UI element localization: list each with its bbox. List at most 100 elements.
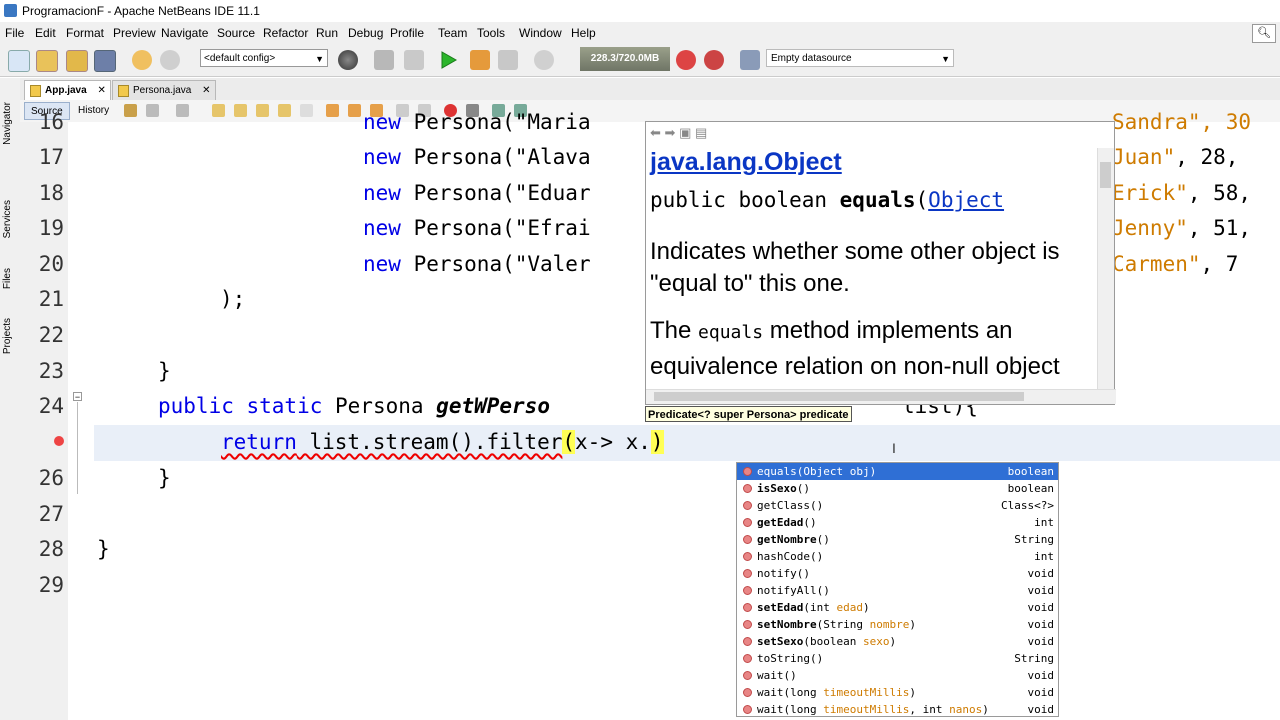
- doc-param-link[interactable]: Object: [928, 188, 1004, 212]
- item-type: void: [1027, 618, 1055, 631]
- menu-tools[interactable]: Tools: [477, 26, 505, 40]
- memory-indicator[interactable]: 228.3/720.0MB: [580, 47, 670, 71]
- menu-help[interactable]: Help: [571, 26, 596, 40]
- code-line-18: new Persona("Eduar: [363, 181, 591, 205]
- menu-refactor[interactable]: Refactor: [263, 26, 308, 40]
- menu-team[interactable]: Team: [438, 26, 467, 40]
- tab-app-java[interactable]: App.java ✕: [24, 80, 111, 100]
- tab-persona-java[interactable]: Persona.java ✕: [112, 80, 216, 100]
- save-all-icon[interactable]: [94, 50, 116, 72]
- item-type: void: [1027, 601, 1055, 614]
- profile-icon[interactable]: [498, 50, 518, 70]
- doc-goto-source-icon[interactable]: ▤: [695, 125, 707, 140]
- doc-class-link[interactable]: java.lang.Object: [650, 148, 842, 177]
- next-bookmark-icon[interactable]: [348, 104, 361, 117]
- method-icon: [743, 688, 752, 697]
- line-number: 27: [38, 502, 64, 526]
- completion-item[interactable]: getEdad() int: [737, 514, 1058, 531]
- doc-horizontal-scrollbar[interactable]: [646, 389, 1116, 404]
- datasource-dropdown[interactable]: Empty datasource ▼: [766, 49, 954, 67]
- side-tab-services[interactable]: Services: [2, 200, 13, 238]
- gc-icon[interactable]: [676, 50, 696, 70]
- completion-item[interactable]: equals(Object obj) boolean: [737, 463, 1058, 480]
- code-line-23: }: [158, 359, 171, 383]
- completion-item[interactable]: notifyAll() void: [737, 582, 1058, 599]
- completion-item[interactable]: wait() void: [737, 667, 1058, 684]
- config-dropdown[interactable]: <default config> ▼: [200, 49, 328, 67]
- find-previous-icon[interactable]: [234, 104, 247, 117]
- completion-item[interactable]: setEdad(int edad) void: [737, 599, 1058, 616]
- completion-item[interactable]: notify() void: [737, 565, 1058, 582]
- javadoc-popup[interactable]: ⬅︎ ➡︎ ▣ ▤ java.lang.Object public boolea…: [645, 121, 1116, 405]
- back-icon[interactable]: [146, 104, 159, 117]
- line-number: 28: [38, 537, 64, 561]
- clean-build-icon[interactable]: [404, 50, 424, 70]
- quick-search-icon[interactable]: 🔍︎: [1252, 24, 1276, 43]
- method-icon: [743, 518, 752, 527]
- matched-paren: (: [562, 430, 576, 454]
- forward-icon[interactable]: [176, 104, 189, 117]
- item-type: boolean: [1007, 465, 1054, 478]
- new-file-icon[interactable]: [8, 50, 30, 72]
- doc-forward-icon[interactable]: ➡︎: [665, 125, 676, 140]
- history-view-button[interactable]: History: [76, 102, 111, 120]
- fold-toggle-icon[interactable]: −: [73, 392, 82, 402]
- string-literal: Carmen": [1112, 252, 1201, 276]
- last-edit-icon[interactable]: [124, 104, 137, 117]
- close-icon[interactable]: ✕: [202, 85, 210, 96]
- menu-edit[interactable]: Edit: [35, 26, 56, 40]
- find-next-icon[interactable]: [256, 104, 269, 117]
- completion-item[interactable]: wait(long timeoutMillis, int nanos) void: [737, 701, 1058, 718]
- side-tab-navigator[interactable]: Navigator: [2, 102, 13, 145]
- menu-file[interactable]: File: [5, 26, 24, 40]
- completion-item[interactable]: isSexo() boolean: [737, 480, 1058, 497]
- undo-icon[interactable]: [132, 50, 152, 70]
- doc-open-browser-icon[interactable]: ▣: [679, 125, 691, 140]
- side-tab-files[interactable]: Files: [2, 268, 13, 289]
- completion-item[interactable]: setSexo(boolean sexo) void: [737, 633, 1058, 650]
- datasource-icon[interactable]: [740, 50, 760, 70]
- previous-bookmark-icon[interactable]: [326, 104, 339, 117]
- run-icon[interactable]: [438, 50, 458, 70]
- doc-back-icon[interactable]: ⬅︎: [650, 125, 661, 140]
- scroll-thumb[interactable]: [1100, 162, 1111, 188]
- redo-icon[interactable]: [160, 50, 180, 70]
- completion-item[interactable]: setNombre(String nombre) void: [737, 616, 1058, 633]
- error-lightbulb-icon[interactable]: [54, 436, 64, 446]
- doc-sig-paren: (: [915, 188, 929, 212]
- method-icon: [743, 586, 752, 595]
- completion-item[interactable]: getClass() Class<?>: [737, 497, 1058, 514]
- side-tab-projects[interactable]: Projects: [2, 318, 13, 354]
- menu-navigate[interactable]: Navigate: [161, 26, 208, 40]
- open-project-icon[interactable]: [66, 50, 88, 72]
- profiler-snapshot-icon[interactable]: [704, 50, 724, 70]
- completion-item[interactable]: toString() String: [737, 650, 1058, 667]
- menu-format[interactable]: Format: [66, 26, 104, 40]
- clock-icon[interactable]: [534, 50, 554, 70]
- new-project-icon[interactable]: [36, 50, 58, 72]
- menu-source[interactable]: Source: [217, 26, 255, 40]
- item-params: (): [809, 499, 824, 512]
- scroll-thumb[interactable]: [654, 392, 1024, 401]
- doc-vertical-scrollbar[interactable]: [1097, 148, 1114, 392]
- toggle-highlight-icon[interactable]: [278, 104, 291, 117]
- method-icon: [743, 705, 752, 714]
- close-icon[interactable]: ✕: [97, 85, 105, 96]
- java-file-icon: [30, 85, 41, 97]
- menu-run[interactable]: Run: [316, 26, 338, 40]
- hammer-icon[interactable]: [374, 50, 394, 70]
- menu-debug[interactable]: Debug: [348, 26, 383, 40]
- item-type: void: [1027, 584, 1055, 597]
- menu-profile[interactable]: Profile: [390, 26, 424, 40]
- line-number-gutter: [20, 122, 68, 720]
- code-completion-list[interactable]: equals(Object obj) boolean isSexo() boolea…: [736, 462, 1059, 717]
- debug-icon[interactable]: [470, 50, 490, 70]
- completion-item[interactable]: wait(long timeoutMillis) void: [737, 684, 1058, 701]
- globe-icon[interactable]: [338, 50, 358, 70]
- toggle-rectangular-icon[interactable]: [300, 104, 313, 117]
- find-icon[interactable]: [212, 104, 225, 117]
- menu-preview[interactable]: Preview: [113, 26, 156, 40]
- completion-item[interactable]: getNombre() String: [737, 531, 1058, 548]
- completion-item[interactable]: hashCode() int: [737, 548, 1058, 565]
- menu-window[interactable]: Window: [519, 26, 562, 40]
